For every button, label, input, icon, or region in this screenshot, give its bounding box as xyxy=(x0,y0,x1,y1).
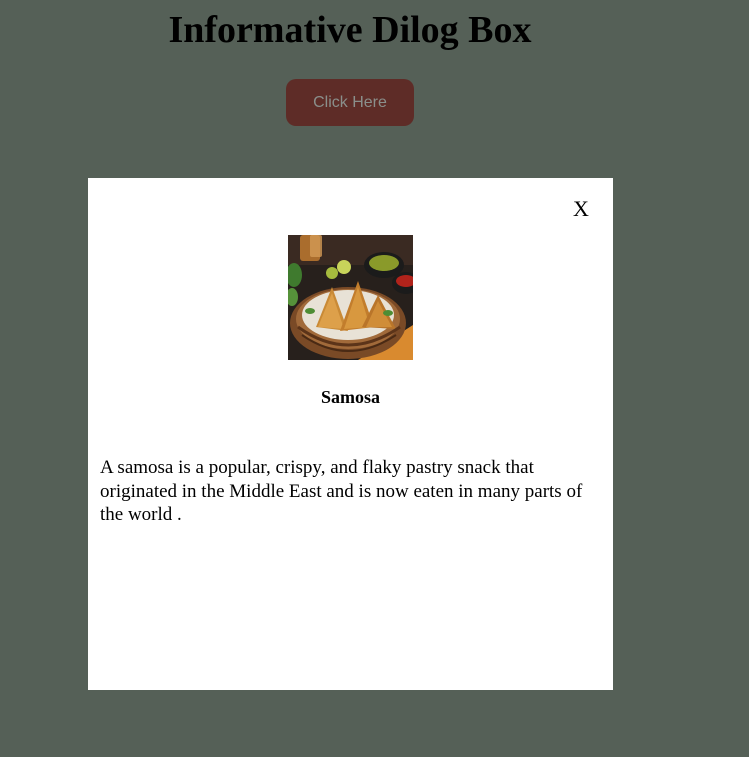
item-description: A samosa is a popular, crispy, and flaky… xyxy=(100,457,583,525)
samosa-image xyxy=(288,235,413,360)
close-button[interactable]: X xyxy=(568,196,594,222)
samosa-illustration xyxy=(288,235,413,360)
dialog-overlay: X Samosa A samosa is a popular, crispy, … xyxy=(0,0,749,757)
item-name: Samosa xyxy=(320,387,380,407)
info-dialog: X Samosa A samosa is a popular, crispy, … xyxy=(88,178,613,690)
